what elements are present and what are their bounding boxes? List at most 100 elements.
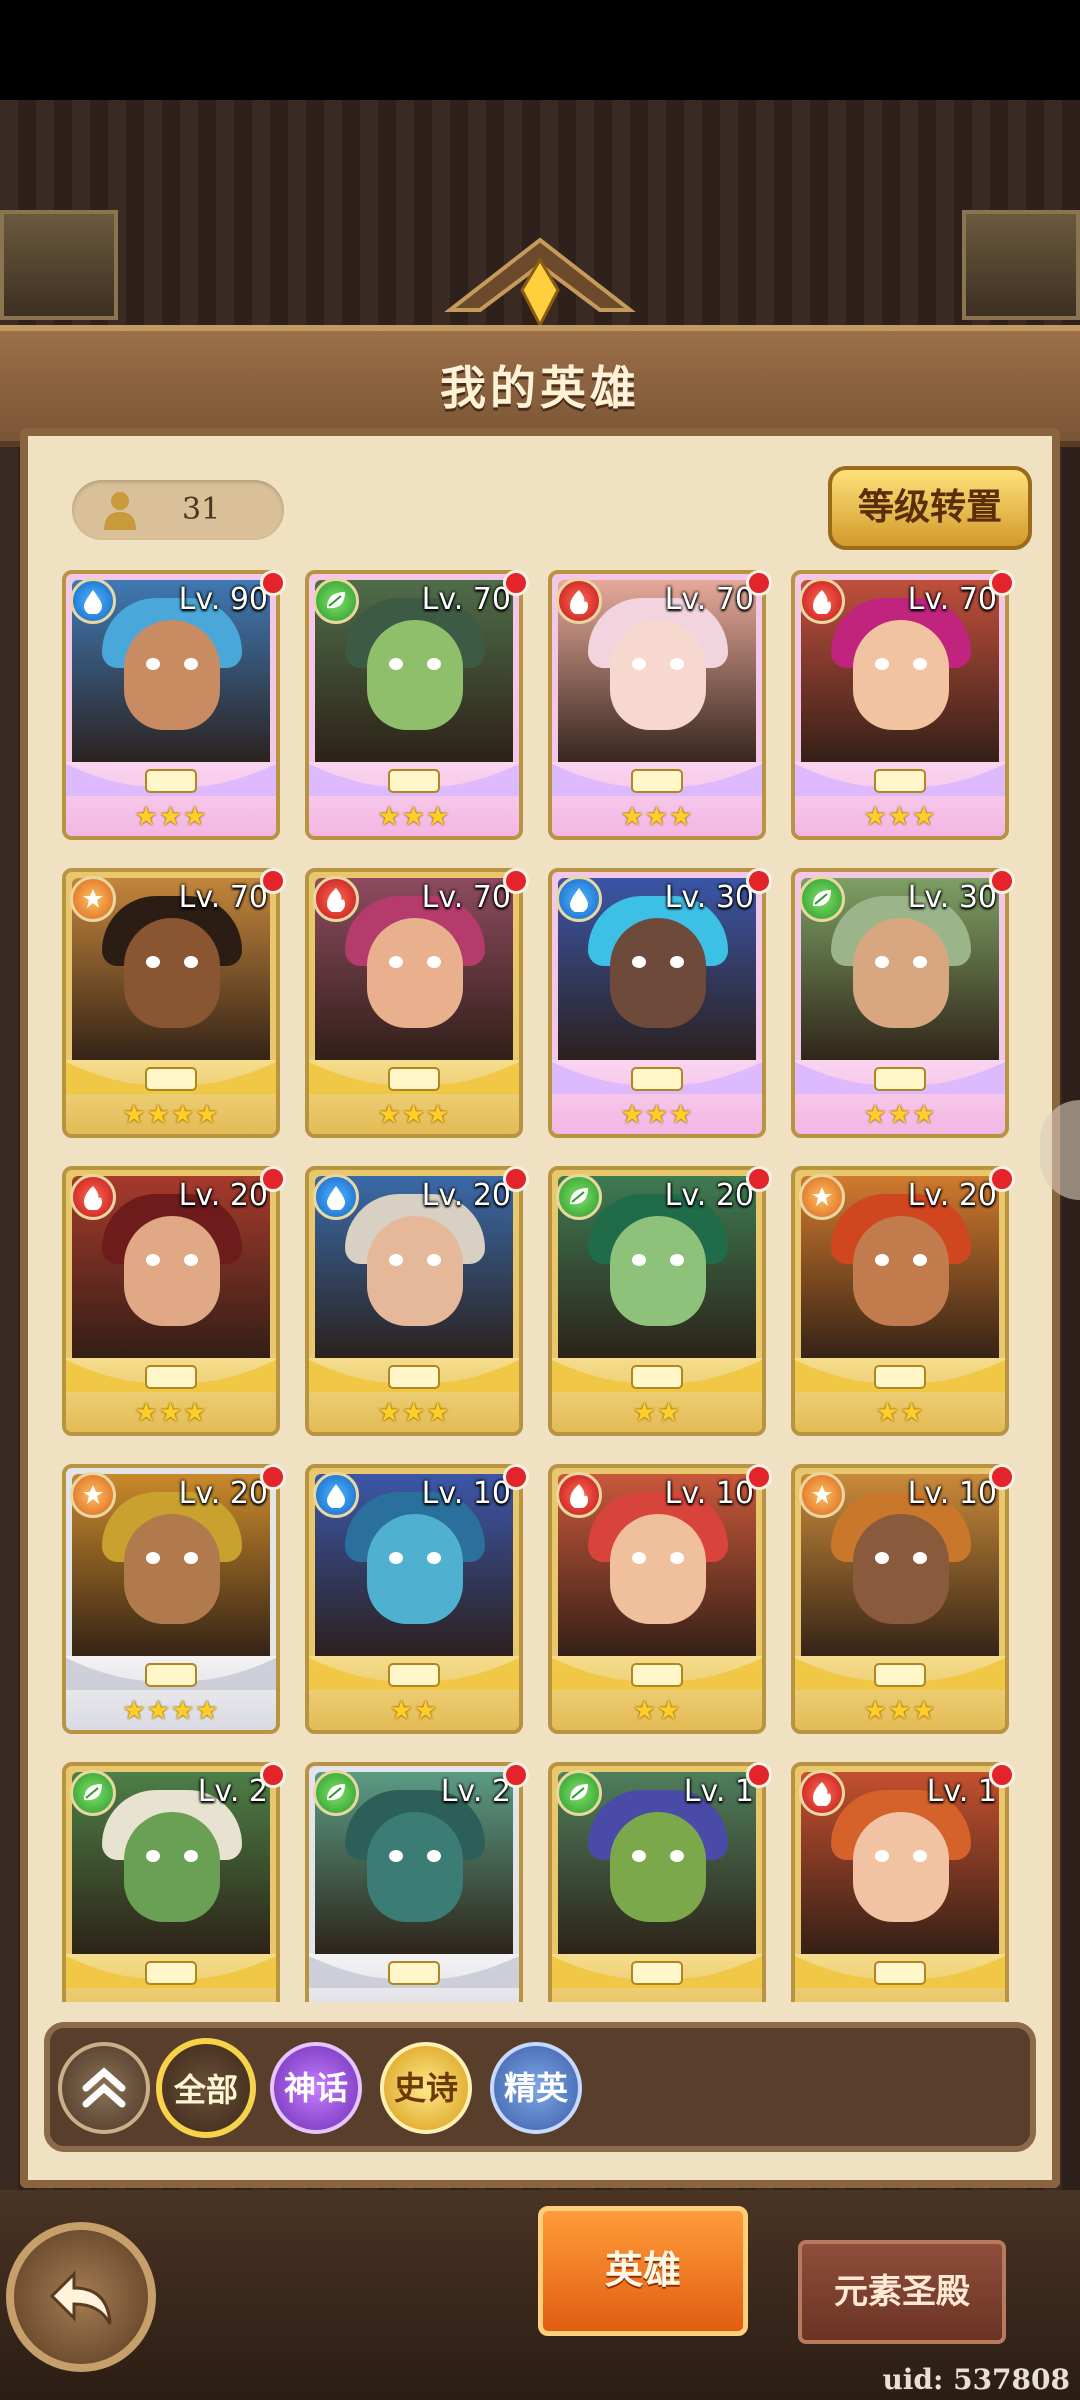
rarity-wing-icon	[309, 1956, 519, 1988]
status-bar-area	[0, 0, 1080, 100]
hero-eye	[632, 1254, 646, 1266]
hero-eye	[913, 1254, 927, 1266]
hero-stars: ★★★★	[122, 1100, 220, 1130]
hero-card[interactable]: ★★ Lv. 10	[305, 1464, 523, 1734]
hero-stars: ★★★	[620, 1100, 694, 1130]
hero-eye	[146, 1254, 160, 1266]
light-element-icon	[70, 1472, 116, 1518]
hero-face	[853, 1514, 949, 1624]
hero-level: Lv. 20	[421, 1178, 511, 1213]
nature-element-icon	[799, 876, 845, 922]
hero-stars: ★★★	[134, 802, 208, 832]
hero-level: Lv. 1	[926, 1774, 997, 1809]
filter-epic-button[interactable]: 史诗	[380, 2042, 472, 2134]
hero-card[interactable]: ★★★ Lv. 70	[305, 570, 523, 840]
hero-face	[610, 918, 706, 1028]
hero-level: Lv. 30	[907, 880, 997, 915]
left-pillar-decoration	[0, 210, 118, 320]
hero-stars: ★★★	[377, 802, 451, 832]
rarity-wing-icon	[66, 1360, 276, 1392]
rarity-wing-icon	[66, 1062, 276, 1094]
rarity-wing-icon	[552, 1956, 762, 1988]
hero-eye	[427, 1552, 441, 1564]
hero-eye	[913, 658, 927, 670]
hero-eye	[875, 658, 889, 670]
hero-eye	[427, 956, 441, 968]
hero-eye	[670, 658, 684, 670]
hero-card[interactable]: ★★ Lv. 10	[548, 1464, 766, 1734]
hero-eye	[632, 1850, 646, 1862]
hero-level: Lv. 20	[178, 1178, 268, 1213]
notification-dot	[746, 1464, 772, 1490]
tab-heroes[interactable]: 英雄	[538, 2206, 748, 2336]
hero-card[interactable]: Lv. 1	[791, 1762, 1009, 2002]
element-glyph-icon	[84, 1186, 102, 1210]
hero-level: Lv. 70	[421, 880, 511, 915]
hero-card[interactable]: ★★★ Lv. 20	[305, 1166, 523, 1436]
hero-card[interactable]: ★★★ Lv. 20	[62, 1166, 280, 1436]
filter-elite-button[interactable]: 精英	[490, 2042, 582, 2134]
hero-eye	[875, 956, 889, 968]
rarity-wing-icon	[66, 1956, 276, 1988]
element-glyph-icon	[813, 1782, 831, 1806]
hero-face	[610, 1812, 706, 1922]
hero-eye	[184, 1850, 198, 1862]
filter-all-button[interactable]: 全部	[156, 2038, 256, 2138]
tab-element-temple[interactable]: 元素圣殿	[798, 2240, 1006, 2344]
hero-card[interactable]: Lv. 2	[305, 1762, 523, 2002]
rarity-wing-icon	[552, 1062, 762, 1094]
hero-card[interactable]: ★★★ Lv. 10	[791, 1464, 1009, 1734]
hero-card[interactable]: ★★★ Lv. 30	[791, 868, 1009, 1138]
rarity-wing-icon	[795, 1658, 1005, 1690]
hero-level: Lv. 2	[440, 1774, 511, 1809]
hero-card[interactable]: ★★ Lv. 20	[548, 1166, 766, 1436]
hero-face	[610, 620, 706, 730]
collapse-button[interactable]	[58, 2042, 150, 2134]
hero-eye	[146, 1850, 160, 1862]
hero-eye	[913, 1552, 927, 1564]
fire-element-icon	[799, 578, 845, 624]
hero-level: Lv. 20	[178, 1476, 268, 1511]
filter-mythic-button[interactable]: 神话	[270, 2042, 362, 2134]
hero-face	[367, 1812, 463, 1922]
notification-dot	[989, 1166, 1015, 1192]
fire-element-icon	[70, 1174, 116, 1220]
hero-eye	[875, 1850, 889, 1862]
element-glyph-icon	[84, 590, 102, 614]
hero-card[interactable]: ★★★ Lv. 70	[548, 570, 766, 840]
hero-eye	[632, 658, 646, 670]
notification-dot	[503, 570, 529, 596]
hero-face	[367, 918, 463, 1028]
water-element-icon	[556, 876, 602, 922]
notification-dot	[260, 570, 286, 596]
light-element-icon	[799, 1174, 845, 1220]
hero-card[interactable]: Lv. 2	[62, 1762, 280, 2002]
hero-stars: ★★	[389, 1696, 439, 1726]
hero-card[interactable]: ★★★ Lv. 70	[791, 570, 1009, 840]
hero-card[interactable]: ★★ Lv. 20	[791, 1166, 1009, 1436]
fire-element-icon	[313, 876, 359, 922]
hero-grid: ★★★ Lv. 90 ★★★ Lv. 70 ★★★ Lv. 70 ★★★ Lv. 70 ★★★★…	[62, 570, 1022, 2002]
hero-card[interactable]: ★★★ Lv. 70	[305, 868, 523, 1138]
notification-dot	[746, 570, 772, 596]
hero-card[interactable]: ★★★★ Lv. 20	[62, 1464, 280, 1734]
nature-element-icon	[313, 578, 359, 624]
element-glyph-icon	[813, 590, 831, 614]
hero-card[interactable]: Lv. 1	[548, 1762, 766, 2002]
element-glyph-icon	[570, 1784, 588, 1801]
right-pillar-decoration	[962, 210, 1080, 320]
back-arrow-icon	[49, 2270, 112, 2325]
hero-card[interactable]: ★★★ Lv. 90	[62, 570, 280, 840]
back-button[interactable]	[6, 2222, 156, 2372]
hero-card[interactable]: ★★★★ Lv. 70	[62, 868, 280, 1138]
person-icon	[104, 492, 136, 530]
hero-eye	[913, 956, 927, 968]
notification-dot	[989, 868, 1015, 894]
hero-eye	[670, 1254, 684, 1266]
rank-transfer-button[interactable]: 等级转置	[828, 466, 1032, 550]
hero-count-value: 31	[182, 492, 221, 527]
element-glyph-icon	[812, 1187, 832, 1206]
hero-level: Lv. 10	[421, 1476, 511, 1511]
hero-card[interactable]: ★★★ Lv. 30	[548, 868, 766, 1138]
notification-dot	[989, 1464, 1015, 1490]
